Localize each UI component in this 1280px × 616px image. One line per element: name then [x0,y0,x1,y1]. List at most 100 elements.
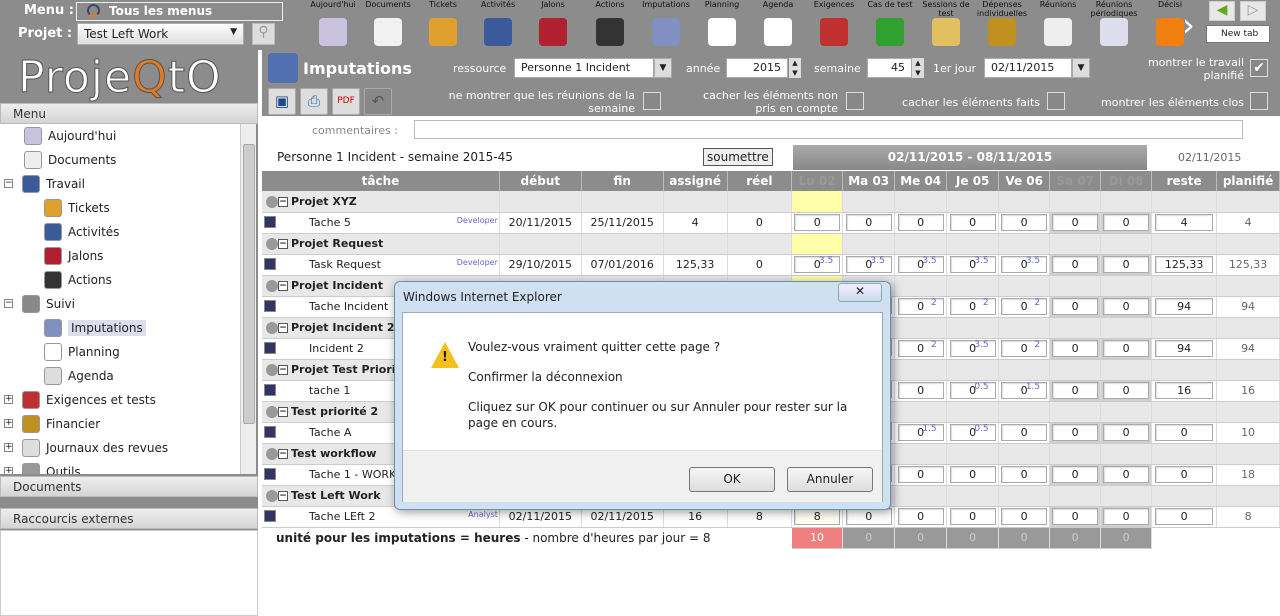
day-input[interactable]: 0 [845,508,892,525]
menu-selector[interactable]: Tous les menus [76,2,283,21]
day-input[interactable]: 0 [897,466,944,483]
column-header-12[interactable]: reste [1151,171,1218,191]
toolbar-cas-de-test[interactable]: Cas de test [862,0,918,50]
sidebar-item-planning[interactable]: Planning [44,341,120,363]
toolbar-scroll-chevron-icon[interactable]: › [1182,6,1195,44]
week-input[interactable]: 45 [867,58,912,78]
toolbar-agenda[interactable]: Agenda [750,0,806,50]
day-input[interactable]: 0 [1103,424,1150,441]
day-input[interactable]: 0 [1052,466,1099,483]
toolbar-actions[interactable]: Actions [582,0,638,50]
close-icon[interactable]: ✕ [838,283,882,302]
column-header-11[interactable]: Di 08 [1100,171,1153,191]
column-header-5[interactable]: Lu 02 [791,171,844,191]
collapse-icon[interactable]: − [278,365,288,375]
day-input[interactable]: 0 3.5 [845,256,892,273]
day-input[interactable]: 8 [794,508,841,525]
day-input[interactable]: 0 [1052,214,1099,231]
expand-icon[interactable]: + [4,443,13,452]
day-input[interactable]: 0 0.5 [949,382,996,399]
undo-icon[interactable]: ↶ [364,88,392,115]
day-input[interactable]: 0 [949,214,996,231]
sidebar-item-agenda[interactable]: Agenda [44,365,114,387]
toolbar-documents[interactable]: Documents [360,0,416,50]
hide-done-checkbox[interactable] [1047,92,1065,110]
week-spinner[interactable]: ▲ ▼ [912,58,924,78]
sidebar-item-documents[interactable]: Documents [24,149,116,171]
toolbar-tickets[interactable]: Tickets [415,0,471,50]
sidebar-item-outils[interactable]: Outils [22,461,81,474]
column-header-4[interactable]: réel [727,171,793,191]
day-input[interactable]: 0 [1052,298,1099,315]
expand-icon[interactable]: + [4,467,13,474]
documents-section-header[interactable]: Documents [0,476,258,497]
sidebar-item-jalons[interactable]: Jalons [44,245,103,267]
day-input[interactable]: 0 [1052,382,1099,399]
collapse-icon[interactable]: − [278,449,288,459]
column-header-9[interactable]: Ve 06 [998,171,1051,191]
day-input[interactable]: 0 [1103,256,1150,273]
day-input[interactable]: 0 3.5 [1001,256,1048,273]
left-input[interactable]: 0 [1155,466,1214,483]
sidebar-item-actions[interactable]: Actions [44,269,112,291]
day-input[interactable]: 0 [1103,382,1150,399]
year-spinner[interactable]: ▲ ▼ [789,58,801,78]
column-header-2[interactable]: fin [581,171,664,191]
day-input[interactable]: 0 [897,214,944,231]
left-input[interactable]: 4 [1155,214,1214,231]
meetings-only-checkbox[interactable] [643,92,661,110]
day-input[interactable]: 0 0.5 [949,424,996,441]
column-header-7[interactable]: Me 04 [894,171,948,191]
left-input[interactable]: 16 [1155,382,1214,399]
column-header-3[interactable]: assigné [663,171,728,191]
day-input[interactable]: 0 [1001,424,1048,441]
toolbar-r-unions[interactable]: Réunions [1030,0,1086,50]
year-input[interactable]: 2015 [726,58,788,78]
column-header-13[interactable]: planifié [1216,171,1280,191]
toolbar-jalons[interactable]: Jalons [525,0,581,50]
day-input[interactable]: 0 [1052,256,1099,273]
project-select[interactable]: Test Left Work ▼ [77,23,244,45]
expand-icon[interactable]: + [4,395,13,404]
day-input[interactable]: 0 [949,466,996,483]
day-input[interactable]: 0 [897,382,944,399]
toolbar-d-penses-individuelles[interactable]: Dépenses individuelles [974,0,1030,50]
collapse-icon[interactable]: − [278,196,288,207]
submit-button[interactable]: soumettre [703,148,773,166]
left-input[interactable]: 0 [1155,424,1214,441]
show-planned-checkbox[interactable]: ✔ [1250,59,1268,77]
collapse-icon[interactable]: − [278,323,288,333]
menu-section-header[interactable]: Menu [0,103,258,124]
sidebar-item-aujourd-hui[interactable]: Aujourd'hui [24,125,116,147]
column-header-10[interactable]: Sa 07 [1049,171,1102,191]
day-input[interactable]: 02 [1001,340,1048,357]
left-input[interactable]: 125,33 [1155,256,1214,273]
toolbar-sessions-de-test[interactable]: Sessions de test [918,0,974,50]
day-input[interactable]: 0 3.5 [949,256,996,273]
column-header-6[interactable]: Ma 03 [842,171,896,191]
day-input[interactable]: 0 [1052,340,1099,357]
day-input[interactable]: 0 [1103,298,1150,315]
day-input[interactable]: 0 [1052,424,1099,441]
first-day-input[interactable]: 02/11/2015 [984,58,1072,78]
day-input[interactable]: 0 [1001,466,1048,483]
day-input[interactable]: 02 [897,340,944,357]
hide-not-counted-checkbox[interactable] [846,92,864,110]
comments-input[interactable] [414,120,1243,139]
shortcuts-section-header[interactable]: Raccourcis externes [0,508,258,529]
forward-arrow-icon[interactable]: ▷ [1240,1,1266,21]
day-input[interactable]: 0 [1001,508,1048,525]
left-input[interactable]: 94 [1155,298,1214,315]
collapse-icon[interactable]: − [278,491,288,501]
back-arrow-icon[interactable]: ◀ [1209,1,1235,21]
sidebar-item-activit-s[interactable]: Activités [44,221,119,243]
toolbar-aujourd-hui[interactable]: Aujourd'hui [305,0,361,50]
resource-select[interactable]: Personne 1 Incident [514,58,654,78]
toolbar-activit-s[interactable]: Activités [470,0,526,50]
sidebar-item-exigences-et-tests[interactable]: Exigences et tests [22,389,156,411]
sidebar-item-travail[interactable]: Travail [22,173,85,195]
day-input[interactable]: 0 [1103,508,1150,525]
day-input[interactable]: 02 [949,298,996,315]
day-input[interactable]: 0 [897,508,944,525]
toolbar-planning[interactable]: Planning [694,0,750,50]
